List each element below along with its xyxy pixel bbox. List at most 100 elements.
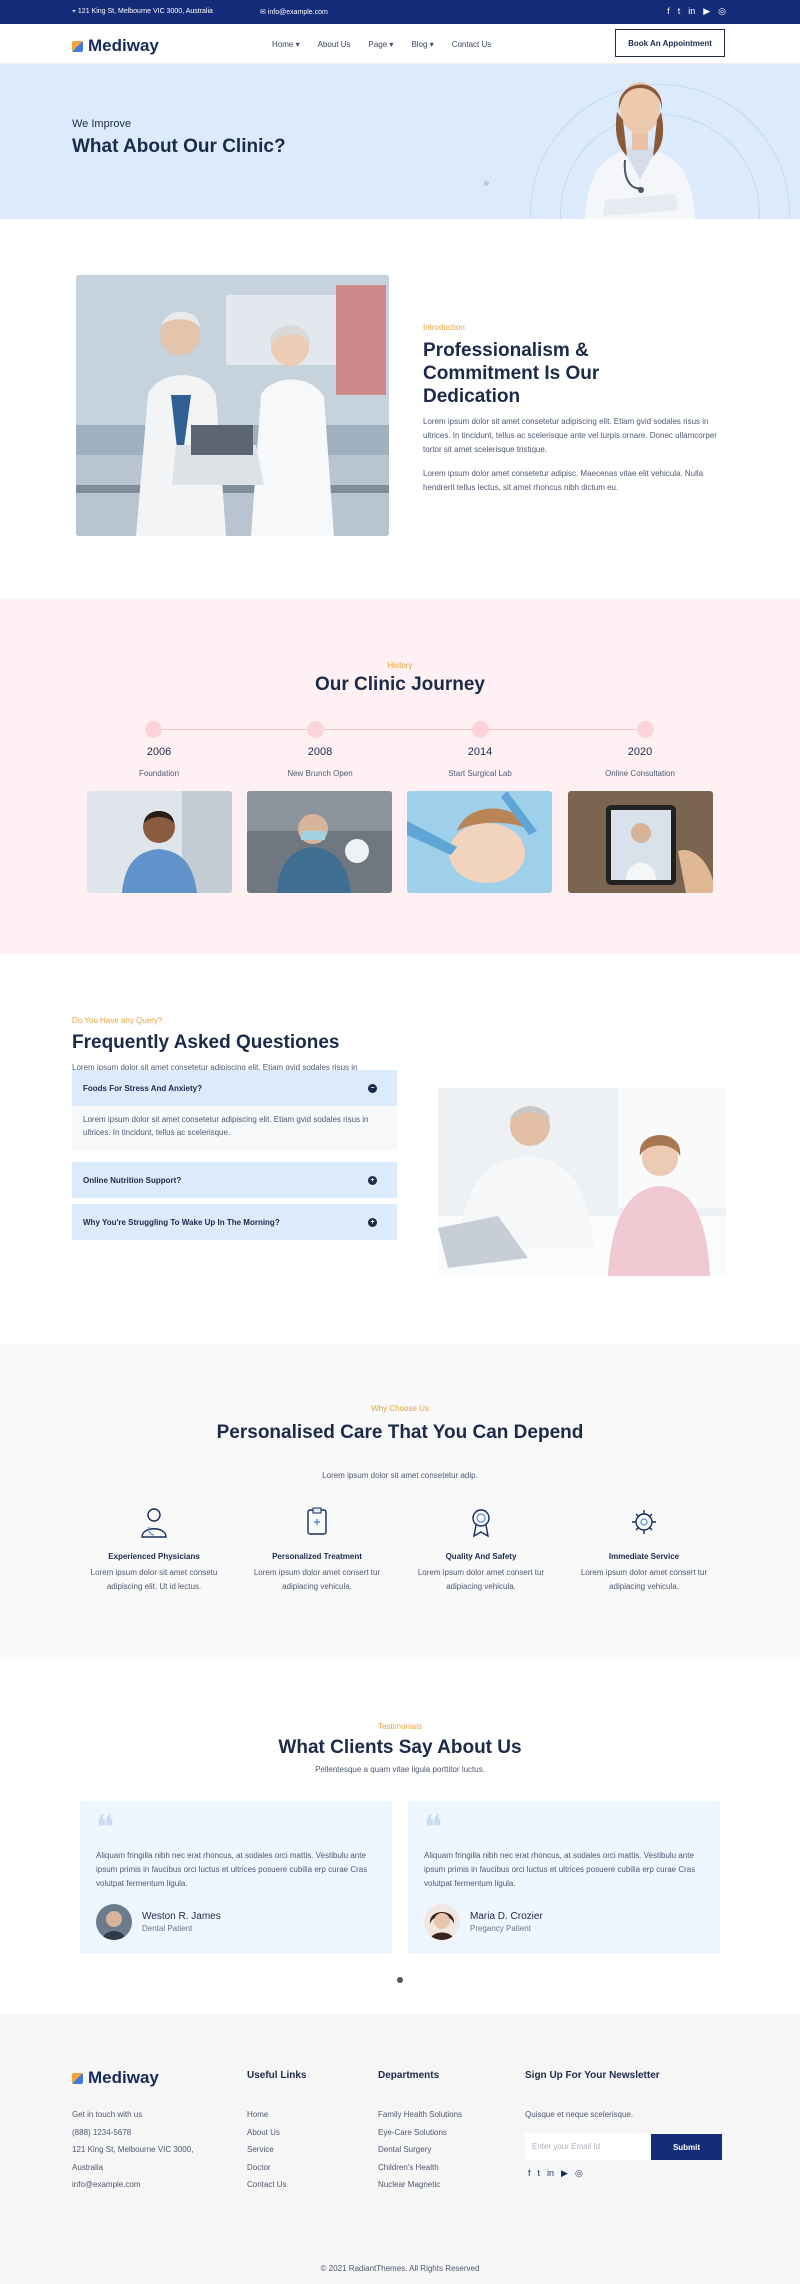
why-choose-us-section: Why Choose Us Personalised Care That You… [0,1344,800,1659]
department-link[interactable]: Dental Surgery [378,2141,462,2159]
nav-item-about[interactable]: About Us [318,40,351,49]
award-icon [472,1509,490,1538]
faq-title: Frequently Asked Questiones [72,1032,340,1053]
footer-logo[interactable]: Mediway [72,2068,159,2088]
minus-circle-icon[interactable]: − [368,1083,377,1093]
chevron-down-icon: ▾ [429,40,434,49]
feature-text: Lorem ipsum dolor amet consert tur adipi… [253,1568,381,1591]
faq-question[interactable]: Online Nutrition Support? + [72,1162,397,1198]
useful-links: Home About Us Service Doctor Contact Us [247,2106,287,2194]
linkedin-icon[interactable]: in [547,2168,554,2179]
quote-icon: ❝ [424,1808,443,1848]
footer-link-home[interactable]: Home [247,2106,287,2124]
email-info[interactable]: ✉ info@example.com [260,8,328,16]
history-section: History Our Clinic Journey 2006 2008 201… [0,599,800,954]
logo-mark [72,40,83,52]
timeline-dot [637,721,654,738]
footer-link-service[interactable]: Service [247,2141,287,2159]
department-link[interactable]: Nuclear Magnetic [378,2176,462,2194]
testimonial-card: ❝ Aliquam fringilla nibh nec erat rhoncu… [408,1801,720,1954]
newsletter-email-input[interactable]: Enter your Email Id [525,2134,650,2160]
faq-tag: Do You Have any Query? [72,1016,163,1025]
book-appointment-button[interactable]: Book An Appointment [615,29,725,57]
testimonial-author: Maria D. Crozier Pregancy Patient [424,1904,543,1940]
quote-icon: ❝ [96,1808,115,1848]
footer-link-contact[interactable]: Contact Us [247,2176,287,2194]
faq-question[interactable]: Foods For Stress And Anxiety? − [72,1070,397,1106]
address-text: 121 King St, Melbourne VIC 3000, Austral… [77,8,213,15]
contact-email[interactable]: info@example.com [72,2176,193,2194]
copyright: © 2021 RadiantThemes. All Rights Reserve… [320,2264,480,2273]
contact-address: Australia [72,2162,104,2172]
twitter-icon[interactable]: t [678,6,681,17]
newsletter-submit-button[interactable]: Submit [651,2134,722,2160]
department-link[interactable]: Eye-Care Solutions [378,2124,462,2142]
avatar [424,1904,460,1940]
milestone-caption: Start Surgical Lab [448,769,512,778]
instagram-icon[interactable]: ◎ [718,6,726,17]
contact-address: 121 King St, Melbourne VIC 3000, [72,2145,194,2154]
department-link[interactable]: Children's Health [378,2159,462,2177]
facebook-icon[interactable]: f [667,6,670,17]
plus-circle-icon[interactable]: + [368,1175,377,1185]
author-name: Maria D. Crozier [470,1911,543,1922]
carousel-dot[interactable] [397,1977,403,1983]
twitter-icon[interactable]: t [538,2168,541,2179]
footer-link-about[interactable]: About Us [247,2124,287,2142]
useful-links-heading: Useful Links [247,2070,307,2081]
hero-title: What About Our Clinic? [72,136,286,157]
faq-question-text: Why You're Struggling To Wake Up In The … [83,1217,280,1227]
brand-name: Mediway [88,2068,159,2087]
timeline-dot [307,721,324,738]
nav-menu: Home ▾ About Us Page ▾ Blog ▾ Contact Us [272,40,491,49]
newsletter-heading: Sign Up For Your Newsletter [525,2070,660,2081]
testimonials-title: What Clients Say About Us [278,1737,522,1758]
youtube-icon[interactable]: ▶ [703,6,710,17]
nav-item-page[interactable]: Page ▾ [369,40,394,49]
chevron-down-icon: ▾ [295,40,300,49]
doctor-portrait [585,82,695,219]
top-bar: ⌖ 121 King St, Melbourne VIC 3000, Austr… [0,0,800,24]
testimonial-text: Aliquam fringilla nibh nec erat rhoncus,… [96,1851,368,1888]
introduction-section: Introduction Professionalism & Commitmen… [0,219,800,599]
decor-dot [484,181,489,186]
faq-question-text: Online Nutrition Support? [83,1175,182,1185]
departments-heading: Departments [378,2070,440,2081]
milestone-photo-dental-exam [407,791,552,893]
nav-item-contact[interactable]: Contact Us [452,40,492,49]
plus-circle-icon[interactable]: + [368,1217,377,1227]
why-lead: Lorem ipsum dolor sit amet consetetur ad… [322,1471,478,1480]
testimonial-card: ❝ Aliquam fringilla nibh nec erat rhoncu… [80,1801,392,1954]
milestone-caption: New Brunch Open [287,769,353,778]
youtube-icon[interactable]: ▶ [561,2168,568,2179]
contact-phone[interactable]: (888) 1234-5678 [72,2124,193,2142]
nav-item-blog[interactable]: Blog ▾ [411,40,433,49]
location-icon: ⌖ [72,8,76,15]
milestone-year: 2008 [307,746,333,758]
department-link[interactable]: Family Health Solutions [378,2106,462,2124]
newsletter-lead: Quisque et neque scelerisque. [525,2110,634,2119]
address-info: ⌖ 121 King St, Melbourne VIC 3000, Austr… [72,8,213,16]
logo[interactable]: Mediway [72,36,159,56]
brand-name: Mediway [88,36,159,55]
nav-item-home[interactable]: Home ▾ [272,40,300,49]
intro-paragraph-2: Lorem ipsum dolor amet consetetur adipis… [423,469,704,492]
feature-title: Quality And Safety [445,1552,517,1561]
facebook-icon[interactable]: f [528,2168,531,2179]
email-text[interactable]: info@example.com [268,9,328,16]
feature-text: Lorem ipsum dolor sit amet consetu adipi… [90,1568,218,1591]
linkedin-icon[interactable]: in [688,6,695,17]
virus-icon [632,1510,656,1534]
faq-question[interactable]: Why You're Struggling To Wake Up In The … [72,1204,397,1240]
footer-link-doctor[interactable]: Doctor [247,2159,287,2177]
timeline-dot [472,721,489,738]
milestone-year: 2014 [467,746,493,758]
why-tag: Why Choose Us [371,1404,429,1413]
footer-social-links: f t in ▶ ◎ [528,2168,583,2179]
instagram-icon[interactable]: ◎ [575,2168,583,2179]
mail-icon: ✉ [260,9,266,16]
history-tag: History [387,661,413,670]
physician-icon [141,1508,167,1538]
milestone-caption: Foundation [138,769,180,778]
hero-eyebrow: We Improve [72,118,132,130]
